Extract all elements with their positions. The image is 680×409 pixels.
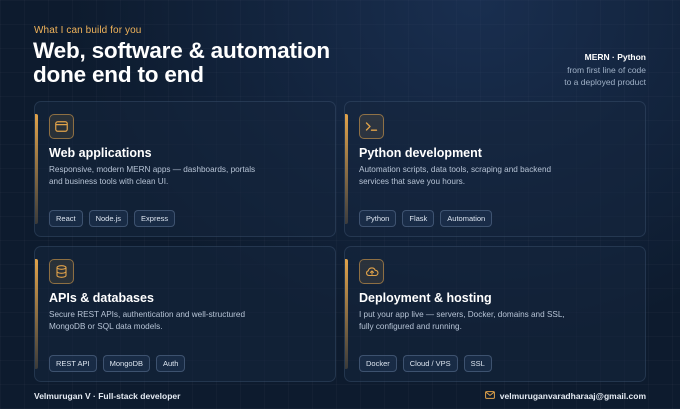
tag: MongoDB xyxy=(102,355,150,372)
tag-list: React Node.js Express xyxy=(49,210,176,227)
card-description-line: services that save you hours. xyxy=(359,177,466,186)
card-description: Automation scripts, data tools, scraping… xyxy=(359,164,619,188)
tag: Automation xyxy=(440,210,493,227)
browser-window-icon xyxy=(49,114,74,139)
tag: Cloud / VPS xyxy=(402,355,458,372)
header-aside: MERN · Python from first line of code to… xyxy=(564,51,646,89)
email-link[interactable]: velmuruganvaradharaaj@gmail.com xyxy=(500,391,646,401)
tag: Express xyxy=(134,210,176,227)
tag: React xyxy=(49,210,83,227)
tag-list: Docker Cloud / VPS SSL xyxy=(359,355,492,372)
tag: Auth xyxy=(156,355,186,372)
card-description-line: MongoDB or SQL data models. xyxy=(49,322,163,331)
card-description: Responsive, modern MERN apps — dashboard… xyxy=(49,164,309,188)
card-description: Secure REST APIs, authentication and wel… xyxy=(49,309,309,333)
card-title: Deployment & hosting xyxy=(359,291,492,305)
card-title: Python development xyxy=(359,146,482,160)
title-line-2: done end to end xyxy=(33,62,204,87)
card-title: APIs & databases xyxy=(49,291,154,305)
tag-list: Python Flask Automation xyxy=(359,210,493,227)
card-description: I put your app live — servers, Docker, d… xyxy=(359,309,619,333)
card-web-applications: Web applications Responsive, modern MERN… xyxy=(34,101,336,237)
card-description-line: Secure REST APIs, authentication and wel… xyxy=(49,310,245,319)
tag: Docker xyxy=(359,355,397,372)
card-title: Web applications xyxy=(49,146,152,160)
card-description-line: Responsive, modern MERN apps — dashboard… xyxy=(49,165,256,174)
tag: Flask xyxy=(402,210,435,227)
aside-line-1: from first line of code xyxy=(567,64,646,75)
card-description-line: fully configured and running. xyxy=(359,322,462,331)
aside-line-2: to a deployed product xyxy=(564,77,646,87)
card-apis-databases: APIs & databases Secure REST APIs, authe… xyxy=(34,246,336,382)
tag-list: REST API MongoDB Auth xyxy=(49,355,186,372)
card-deployment-hosting: Deployment & hosting I put your app live… xyxy=(344,246,646,382)
card-description-line: and business tools with clean UI. xyxy=(49,177,169,186)
page-title: Web, software & automation done end to e… xyxy=(33,39,330,87)
card-python-development: Python development Automation scripts, d… xyxy=(344,101,646,237)
cloud-upload-icon xyxy=(359,259,384,284)
footer-author: Velmurugan V · Full-stack developer xyxy=(34,391,181,401)
footer-contact[interactable]: velmuruganvaradharaaj@gmail.com xyxy=(484,391,646,401)
tag: Node.js xyxy=(88,210,129,227)
title-line-1: Web, software & automation xyxy=(33,38,330,63)
tag: SSL xyxy=(463,355,492,372)
tag: Python xyxy=(359,210,397,227)
eyebrow-label: What I can build for you xyxy=(34,25,142,36)
terminal-prompt-icon xyxy=(359,114,384,139)
card-description-line: I put your app live — servers, Docker, d… xyxy=(359,310,565,319)
mail-icon xyxy=(484,391,495,401)
database-icon xyxy=(49,259,74,284)
card-description-line: Automation scripts, data tools, scraping… xyxy=(359,165,552,174)
aside-tech: MERN · Python xyxy=(584,52,646,62)
tag: REST API xyxy=(49,355,97,372)
